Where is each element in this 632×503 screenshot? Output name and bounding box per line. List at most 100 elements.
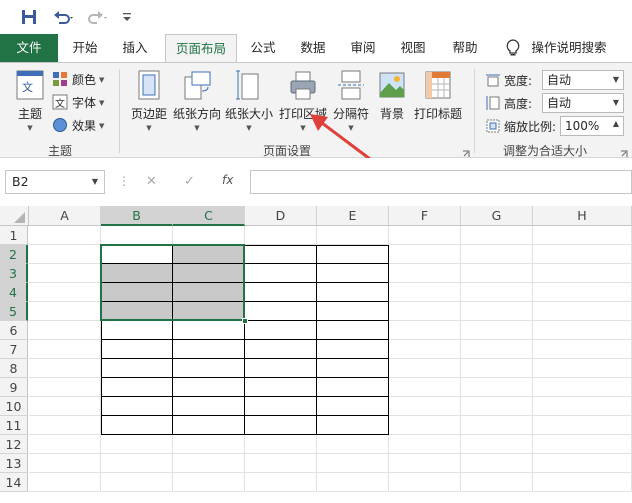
cell-g8[interactable] [461,359,533,378]
cell-d3[interactable] [245,264,317,283]
cell-f10[interactable] [389,397,461,416]
cell-d2[interactable] [245,245,317,264]
cell-b7[interactable] [101,340,173,359]
row-header-10[interactable]: 10 [0,397,28,416]
cell-g5[interactable] [461,302,533,321]
cell-a3[interactable] [29,264,101,283]
cell-f13[interactable] [389,454,461,473]
scale-dialog-launcher-icon[interactable] [620,147,628,157]
enter-icon[interactable]: ✓ [184,174,195,189]
theme-effects-button[interactable]: 效果 ▼ [52,115,104,135]
orientation-button[interactable]: 纸张方向 ▼ [172,69,222,132]
cell-e6[interactable] [317,321,389,340]
cell-g13[interactable] [461,454,533,473]
cell-a11[interactable] [29,416,101,435]
lightbulb-icon[interactable] [505,39,521,60]
cell-b2[interactable] [101,245,173,264]
cell-g12[interactable] [461,435,533,454]
cell-c1[interactable] [173,226,245,245]
select-all-corner[interactable] [0,206,29,226]
cell-c8[interactable] [173,359,245,378]
print-titles-button[interactable]: 打印标题 [412,69,464,122]
cell-f12[interactable] [389,435,461,454]
cell-d4[interactable] [245,283,317,302]
cell-e9[interactable] [317,378,389,397]
cell-c14[interactable] [173,473,245,492]
cell-f2[interactable] [389,245,461,264]
cell-a7[interactable] [29,340,101,359]
row-header-2[interactable]: 2 [0,245,28,264]
cell-c4[interactable] [173,283,245,302]
tab-review[interactable]: 审阅 [340,34,386,62]
cell-d1[interactable] [245,226,317,245]
cell-d13[interactable] [245,454,317,473]
cell-e12[interactable] [317,435,389,454]
cell-b1[interactable] [101,226,173,245]
cell-b14[interactable] [101,473,173,492]
column-header-c[interactable]: C [173,206,245,226]
column-header-a[interactable]: A [29,206,101,226]
cell-h10[interactable] [533,397,632,416]
cell-g4[interactable] [461,283,533,302]
height-select[interactable]: 自动 ▼ [542,93,624,113]
cell-c7[interactable] [173,340,245,359]
cell-a10[interactable] [29,397,101,416]
cell-g1[interactable] [461,226,533,245]
cell-d11[interactable] [245,416,317,435]
cell-c3[interactable] [173,264,245,283]
redo-icon[interactable] [84,7,112,27]
cell-d12[interactable] [245,435,317,454]
cell-d9[interactable] [245,378,317,397]
cell-a13[interactable] [29,454,101,473]
cell-b10[interactable] [101,397,173,416]
save-icon[interactable] [18,7,40,27]
cell-b9[interactable] [101,378,173,397]
row-header-8[interactable]: 8 [0,359,28,378]
column-header-f[interactable]: F [389,206,461,226]
cell-g10[interactable] [461,397,533,416]
tab-file[interactable]: 文件 [0,34,58,62]
formula-input[interactable] [250,170,632,194]
cell-e7[interactable] [317,340,389,359]
row-header-12[interactable]: 12 [0,435,28,454]
cell-a12[interactable] [29,435,101,454]
row-header-14[interactable]: 14 [0,473,28,492]
cell-h3[interactable] [533,264,632,283]
tab-help[interactable]: 帮助 [442,34,488,62]
column-header-b[interactable]: B [101,206,173,226]
cell-c10[interactable] [173,397,245,416]
cell-a9[interactable] [29,378,101,397]
margins-button[interactable]: 页边距 ▼ [128,69,170,132]
cell-c11[interactable] [173,416,245,435]
cell-b6[interactable] [101,321,173,340]
row-header-11[interactable]: 11 [0,416,28,435]
row-header-6[interactable]: 6 [0,321,28,340]
cell-h11[interactable] [533,416,632,435]
tab-formulas[interactable]: 公式 [240,34,286,62]
cell-b5[interactable] [101,302,173,321]
cell-d14[interactable] [245,473,317,492]
more-options-icon[interactable]: ⋮ [118,174,130,188]
size-button[interactable]: 纸张大小 ▼ [224,69,274,132]
cell-a2[interactable] [29,245,101,264]
tab-insert[interactable]: 插入 [112,34,158,62]
cell-g3[interactable] [461,264,533,283]
row-header-4[interactable]: 4 [0,283,28,302]
cell-b12[interactable] [101,435,173,454]
cell-g7[interactable] [461,340,533,359]
cell-c12[interactable] [173,435,245,454]
row-header-7[interactable]: 7 [0,340,28,359]
cell-h1[interactable] [533,226,632,245]
name-box[interactable]: B2 ▼ [5,170,105,194]
cell-h7[interactable] [533,340,632,359]
cell-h9[interactable] [533,378,632,397]
cell-f6[interactable] [389,321,461,340]
cell-h4[interactable] [533,283,632,302]
cell-a14[interactable] [29,473,101,492]
cell-h6[interactable] [533,321,632,340]
cell-g11[interactable] [461,416,533,435]
cell-e1[interactable] [317,226,389,245]
cell-c2[interactable] [173,245,245,264]
tab-data[interactable]: 数据 [290,34,336,62]
cancel-icon[interactable]: ✕ [146,174,157,189]
